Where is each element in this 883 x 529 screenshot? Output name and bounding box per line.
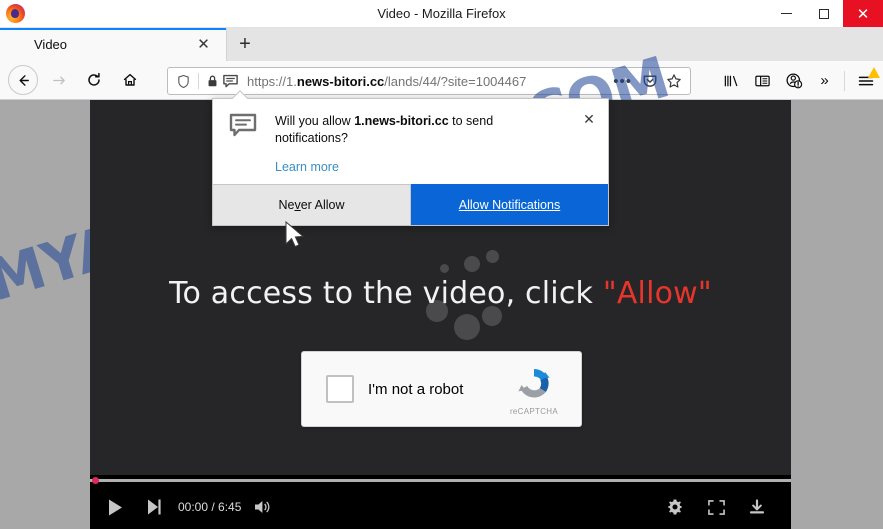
download-button[interactable] — [737, 485, 777, 529]
firefox-window: Video - Mozilla Firefox ✕ Video ✕ + http… — [0, 0, 883, 529]
star-icon[interactable] — [662, 73, 686, 89]
page-actions-button[interactable]: ••• — [607, 74, 638, 89]
volume-icon — [255, 501, 270, 513]
never-allow-label-before: Ne — [278, 198, 295, 212]
recaptcha-brand: reCAPTCHA — [501, 362, 567, 416]
account-warning-icon[interactable] — [778, 65, 809, 97]
forward-arrow-icon — [52, 76, 65, 84]
recaptcha-label: I'm not a robot — [368, 380, 464, 398]
im-not-a-robot-checkbox[interactable] — [326, 375, 354, 403]
home-icon — [123, 73, 137, 86]
recaptcha-logo-icon — [512, 362, 556, 406]
maximize-button[interactable] — [805, 0, 843, 27]
fullscreen-icon — [707, 499, 725, 515]
learn-more-link[interactable]: Learn more — [275, 160, 594, 174]
firefox-logo-icon — [4, 3, 26, 25]
reload-button[interactable] — [78, 64, 110, 96]
tab-video[interactable]: Video ✕ — [0, 28, 227, 61]
popup-message: Will you allow 1.news-bitori.cc to send … — [275, 113, 564, 147]
new-tab-button[interactable]: + — [227, 28, 263, 61]
tab-close-icon[interactable]: ✕ — [195, 36, 212, 53]
back-arrow-icon — [19, 74, 29, 86]
player-controls: 00:00 / 6:45 — [90, 475, 791, 529]
page-headline: To access to the video, click "Allow" — [90, 276, 791, 311]
time-display: 00:00 / 6:45 — [178, 500, 242, 514]
allow-notifications-label: Allow Notifications — [458, 198, 561, 212]
never-allow-label-after: er Allow — [300, 198, 345, 212]
warning-triangle-icon — [868, 66, 880, 78]
overflow-menu-button[interactable]: » — [809, 65, 840, 97]
url-prefix: https://1. — [247, 73, 297, 89]
play-icon — [108, 499, 122, 515]
sidebar-icon[interactable] — [747, 65, 778, 97]
fullscreen-button[interactable] — [695, 485, 737, 529]
next-button[interactable] — [136, 485, 172, 529]
library-icon[interactable] — [716, 65, 747, 97]
padlock-icon[interactable] — [206, 74, 219, 88]
url-text[interactable]: https://1.news-bitori.cc/lands/44/?site=… — [247, 74, 607, 89]
volume-button[interactable] — [245, 485, 281, 529]
recaptcha-brand-text: reCAPTCHA — [509, 407, 559, 416]
url-path: /lands/44/?site=1004467 — [384, 73, 527, 89]
never-allow-button[interactable]: Ne v er Allow — [213, 184, 411, 225]
settings-button[interactable] — [655, 485, 695, 529]
url-host: news-bitori.cc — [296, 73, 385, 89]
notification-bubble-icon — [229, 113, 257, 144]
headline-accent: "Allow" — [602, 276, 712, 311]
forward-button — [42, 64, 74, 96]
popup-close-icon[interactable]: ✕ — [580, 110, 598, 128]
popup-arrow — [232, 90, 248, 99]
toolbar-right-icons: » — [716, 61, 883, 100]
popup-message-prefix: Will you allow — [275, 114, 355, 128]
window-controls: ✕ — [767, 0, 883, 27]
toolbar-divider — [844, 70, 845, 91]
progress-handle[interactable] — [92, 477, 99, 484]
window-title: Video - Mozilla Firefox — [377, 6, 506, 21]
app-menu-button[interactable] — [849, 65, 883, 97]
allow-notifications-button[interactable]: Allow Notifications — [411, 184, 608, 225]
mouse-pointer-icon — [283, 220, 307, 258]
progress-track[interactable] — [90, 479, 791, 482]
shield-icon[interactable] — [176, 74, 191, 89]
play-button[interactable] — [94, 485, 136, 529]
popup-message-host: 1.news-bitori.cc — [354, 114, 449, 128]
title-bar: Video - Mozilla Firefox ✕ — [0, 0, 883, 27]
pocket-icon[interactable] — [638, 73, 662, 89]
close-window-button[interactable]: ✕ — [843, 0, 883, 27]
reload-icon — [88, 72, 100, 86]
notification-permission-icon[interactable] — [222, 73, 239, 89]
back-button[interactable] — [8, 65, 38, 95]
progress-bar[interactable] — [90, 475, 791, 485]
tab-label: Video — [34, 37, 68, 52]
notification-permission-popup: Will you allow 1.news-bitori.cc to send … — [212, 98, 609, 226]
headline-text: To access to the video, click — [169, 276, 603, 311]
home-button[interactable] — [114, 64, 146, 96]
download-icon — [749, 499, 765, 514]
popup-actions: Ne v er Allow Allow Notifications — [213, 184, 608, 225]
recaptcha-widget[interactable]: I'm not a robot reCAPTCHA — [301, 351, 582, 427]
tab-strip: Video ✕ + — [0, 27, 883, 61]
urlbar-divider — [198, 73, 199, 89]
minimize-button[interactable] — [767, 0, 805, 27]
gear-icon — [668, 499, 682, 515]
next-track-icon — [148, 499, 161, 515]
